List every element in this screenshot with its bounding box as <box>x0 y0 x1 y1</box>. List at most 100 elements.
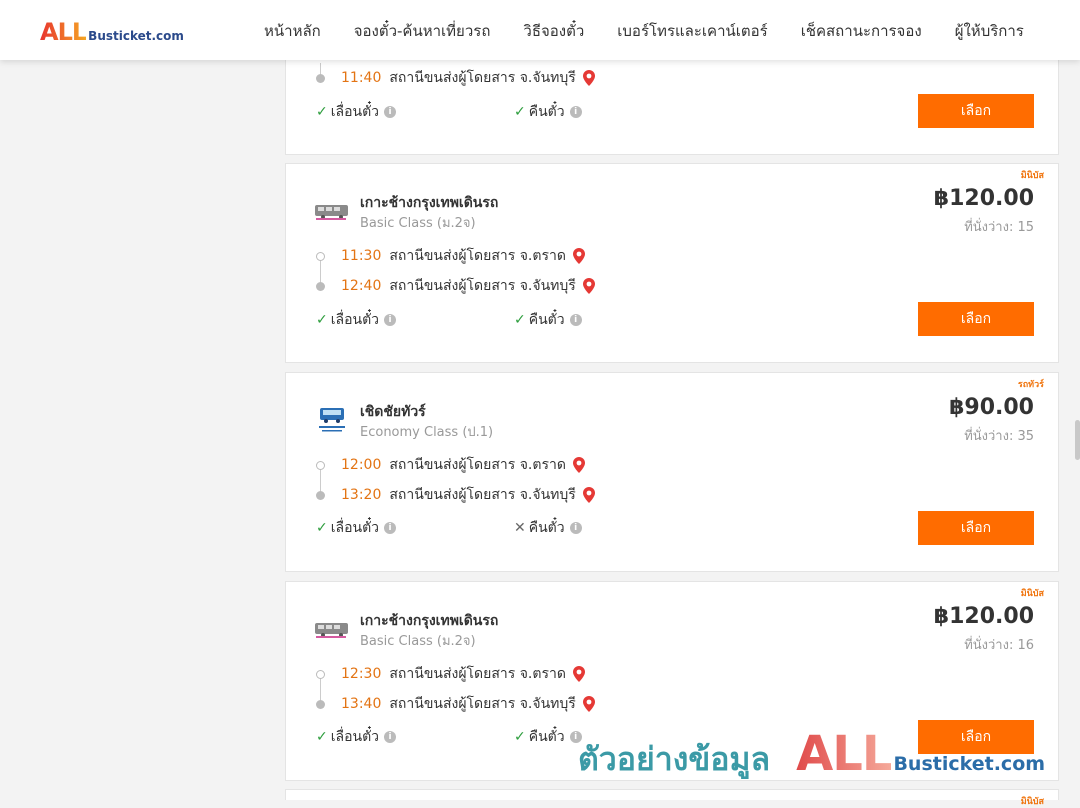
watermark-logo-all: ALL <box>796 726 892 782</box>
site-header: ALL Busticket.com หน้าหลัก จองตั๋ว-ค้นหา… <box>0 0 1080 60</box>
info-icon[interactable]: i <box>384 731 397 743</box>
stop-time: 11:40 <box>341 70 382 86</box>
option-label: เลื่อนตั๋ว <box>330 104 380 120</box>
logo-text: Busticket.com <box>88 29 184 43</box>
sample-data-watermark: ตัวอย่างข้อมูล ALL Busticket.com <box>578 726 1045 785</box>
nav-check-status[interactable]: เช็คสถานะการจอง <box>801 19 922 43</box>
info-icon[interactable]: i <box>384 314 397 326</box>
stop-station: สถานีขนส่งผู้โดยสาร จ.ตราด <box>389 457 566 473</box>
option-label: คืนตั๋ว <box>528 520 565 536</box>
logo-all: ALL <box>40 18 87 46</box>
nav-contact[interactable]: เบอร์โทรและเคาน์เตอร์ <box>617 19 767 43</box>
stop-station: สถานีขนส่งผู้โดยสาร จ.ตราด <box>389 666 566 682</box>
option-change-ticket: ✓ เลื่อนตั๋ว i <box>316 309 397 331</box>
check-icon: ✓ <box>316 729 328 745</box>
option-label: คืนตั๋ว <box>528 104 565 120</box>
info-icon[interactable]: i <box>384 522 397 534</box>
ticket-price: ฿120.00 <box>933 186 1034 211</box>
stop-time: 13:40 <box>341 696 382 712</box>
option-change-ticket: ✓ เลื่อนตั๋ว i <box>316 101 397 123</box>
page-scrollbar[interactable] <box>1075 420 1080 460</box>
option-change-ticket: ✓ เลื่อนตั๋ว i <box>316 726 397 748</box>
cross-icon: ✕ <box>514 520 526 536</box>
operator-name: เกาะช้างกรุงเทพเดินรถ <box>360 195 499 211</box>
operator-name: เชิดชัยทัวร์ <box>360 404 426 420</box>
stop-arrival: 11:40 สถานีขนส่งผู้โดยสาร จ.จันทบุรี <box>316 67 596 89</box>
option-change-ticket: ✓ เลื่อนตั๋ว i <box>316 517 397 539</box>
stop-dot <box>316 251 325 261</box>
stop-station: สถานีขนส่งผู้โดยสาร จ.จันทบุรี <box>389 70 576 86</box>
bus-class: Economy Class (ป.1) <box>360 425 494 440</box>
stop-station: สถานีขนส่งผู้โดยสาร จ.จันทบุรี <box>389 487 576 503</box>
operator-logo-icon <box>315 205 348 220</box>
vehicle-type-tag: มินิบัส <box>1020 797 1044 807</box>
select-button[interactable]: เลือก <box>918 302 1034 336</box>
map-pin-icon[interactable] <box>582 278 596 294</box>
stop-dot <box>316 460 325 470</box>
trip-card: รถทัวร์ เชิดชัยทัวร์ Economy Class (ป.1)… <box>285 372 1059 572</box>
option-label: เลื่อนตั๋ว <box>330 312 380 328</box>
map-pin-icon[interactable] <box>572 666 586 682</box>
option-label: คืนตั๋ว <box>528 312 565 328</box>
select-button[interactable]: เลือก <box>918 94 1034 128</box>
nav-booking[interactable]: จองตั๋ว-ค้นหาเที่ยวรถ <box>354 19 491 43</box>
option-refund-ticket: ✓ คืนตั๋ว i <box>514 101 582 123</box>
stop-time: 12:00 <box>341 457 382 473</box>
check-icon: ✓ <box>316 312 328 328</box>
option-label: คืนตั๋ว <box>528 729 565 745</box>
stop-time: 13:20 <box>341 487 382 503</box>
stop-departure: 12:30 สถานีขนส่งผู้โดยสาร จ.ตราด <box>316 663 586 685</box>
stop-dot <box>316 281 325 291</box>
bus-class: Basic Class (ม.2จ) <box>360 634 476 649</box>
site-logo[interactable]: ALL Busticket.com <box>40 18 184 46</box>
stop-arrival: 13:40 สถานีขนส่งผู้โดยสาร จ.จันทบุรี <box>316 693 596 715</box>
info-icon[interactable]: i <box>569 106 582 118</box>
map-pin-icon[interactable] <box>572 457 586 473</box>
operator-logo-icon <box>319 408 345 432</box>
operator-logo-icon <box>315 623 348 638</box>
check-icon: ✓ <box>316 520 328 536</box>
vehicle-type-tag: รถทัวร์ <box>1017 380 1044 390</box>
trip-card: มินิบัส เกาะช้างกรุงเทพเดินรถ Basic Clas… <box>285 163 1059 363</box>
main-nav: หน้าหลัก จองตั๋ว-ค้นหาเที่ยวรถ วิธีจองตั… <box>264 19 1057 43</box>
stop-time: 12:40 <box>341 278 382 294</box>
info-icon[interactable]: i <box>569 314 582 326</box>
info-icon[interactable]: i <box>384 106 397 118</box>
bus-class: Basic Class (ม.2จ) <box>360 216 476 231</box>
check-icon: ✓ <box>514 729 526 745</box>
nav-operators[interactable]: ผู้ให้บริการ <box>955 19 1024 43</box>
select-button[interactable]: เลือก <box>918 511 1034 545</box>
map-pin-icon[interactable] <box>582 696 596 712</box>
option-refund-ticket: ✕ คืนตั๋ว i <box>514 517 582 539</box>
stop-dot <box>316 73 325 83</box>
stop-station: สถานีขนส่งผู้โดยสาร จ.จันทบุรี <box>389 278 576 294</box>
nav-home[interactable]: หน้าหลัก <box>264 19 321 43</box>
option-label: เลื่อนตั๋ว <box>330 729 380 745</box>
seats-available: ที่นั่งว่าง: 35 <box>964 429 1034 444</box>
map-pin-icon[interactable] <box>582 487 596 503</box>
stop-dot <box>316 699 325 709</box>
trip-card: มินิบัส <box>285 789 1059 807</box>
check-icon: ✓ <box>514 312 526 328</box>
vehicle-type-tag: มินิบัส <box>1020 589 1044 599</box>
stop-time: 11:30 <box>341 248 382 264</box>
check-icon: ✓ <box>514 104 526 120</box>
stop-dot <box>316 669 325 679</box>
seats-available: ที่นั่งว่าง: 16 <box>964 638 1034 653</box>
ticket-price: ฿120.00 <box>933 604 1034 629</box>
option-refund-ticket: ✓ คืนตั๋ว i <box>514 309 582 331</box>
seats-available: ที่นั่งว่าง: 15 <box>964 220 1034 235</box>
stop-arrival: 12:40 สถานีขนส่งผู้โดยสาร จ.จันทบุรี <box>316 275 596 297</box>
stop-departure: 12:00 สถานีขนส่งผู้โดยสาร จ.ตราด <box>316 454 586 476</box>
vehicle-type-tag: มินิบัส <box>1020 171 1044 181</box>
watermark-thai-text: ตัวอย่างข้อมูล <box>578 740 771 778</box>
check-icon: ✓ <box>316 104 328 120</box>
watermark-logo-text: Busticket.com <box>893 753 1046 775</box>
map-pin-icon[interactable] <box>582 70 596 86</box>
map-pin-icon[interactable] <box>572 248 586 264</box>
info-icon[interactable]: i <box>569 522 582 534</box>
stop-departure: 11:30 สถานีขนส่งผู้โดยสาร จ.ตราด <box>316 245 586 267</box>
stop-station: สถานีขนส่งผู้โดยสาร จ.ตราด <box>389 248 566 264</box>
nav-how-to-book[interactable]: วิธีจองตั๋ว <box>523 19 584 43</box>
stop-time: 12:30 <box>341 666 382 682</box>
